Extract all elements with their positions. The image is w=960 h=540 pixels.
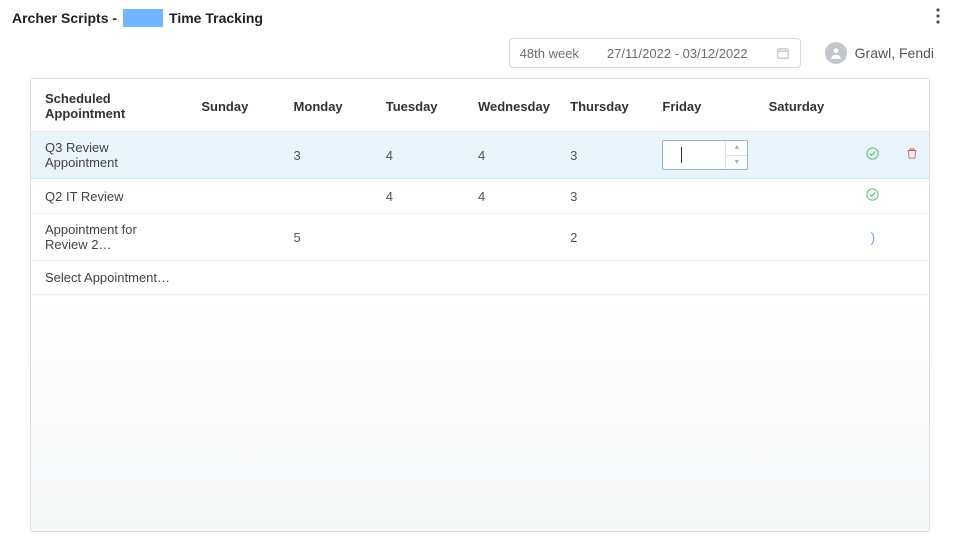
loading-icon: ) bbox=[871, 229, 876, 245]
hours-input[interactable] bbox=[663, 141, 725, 169]
table-header-row: Scheduled Appointment Sunday Monday Tues… bbox=[31, 79, 929, 132]
cell-wednesday[interactable]: 4 bbox=[468, 179, 560, 214]
cell-saturday[interactable] bbox=[759, 179, 851, 214]
title-prefix: Archer Scripts - bbox=[12, 10, 117, 26]
col-monday: Monday bbox=[284, 79, 376, 132]
cell-delete bbox=[895, 179, 929, 214]
table-row[interactable]: Q3 Review Appointment3443▲▼ bbox=[31, 132, 929, 179]
week-label: 48th week bbox=[520, 46, 579, 61]
cell-monday[interactable]: 3 bbox=[284, 132, 376, 179]
col-saturday: Saturday bbox=[759, 79, 851, 132]
cell-tuesday[interactable] bbox=[376, 214, 468, 261]
title-suffix: Time Tracking bbox=[169, 10, 263, 26]
cell-status bbox=[851, 179, 895, 214]
calendar-icon bbox=[776, 46, 790, 60]
app-title: Archer Scripts - Time Tracking bbox=[12, 9, 263, 27]
cell-wednesday[interactable] bbox=[468, 214, 560, 261]
cell-saturday[interactable] bbox=[759, 132, 851, 179]
cell-thursday[interactable]: 2 bbox=[560, 214, 652, 261]
cell-sunday[interactable] bbox=[191, 214, 283, 261]
user-name: Grawl, Fendi bbox=[855, 45, 934, 61]
cell-appointment[interactable]: Q2 IT Review bbox=[31, 179, 191, 214]
text-caret bbox=[681, 147, 682, 163]
cell-friday[interactable] bbox=[652, 179, 758, 214]
cell-tuesday[interactable]: 4 bbox=[376, 132, 468, 179]
kebab-icon bbox=[936, 8, 940, 24]
cell-delete bbox=[895, 214, 929, 261]
check-circle-icon bbox=[865, 190, 880, 205]
col-friday: Friday bbox=[652, 79, 758, 132]
timesheet-table: Scheduled Appointment Sunday Monday Tues… bbox=[31, 79, 929, 295]
cell-delete[interactable] bbox=[895, 132, 929, 179]
cell-appointment[interactable]: Appointment for Review 2… bbox=[31, 214, 191, 261]
hours-input-wrapper[interactable]: ▲▼ bbox=[662, 140, 748, 170]
cell-tuesday[interactable]: 4 bbox=[376, 179, 468, 214]
app-header: Archer Scripts - Time Tracking bbox=[0, 0, 960, 34]
cell-appointment[interactable]: Q3 Review Appointment bbox=[31, 132, 191, 179]
cell-saturday[interactable] bbox=[759, 214, 851, 261]
cell-sunday[interactable] bbox=[191, 132, 283, 179]
col-tuesday: Tuesday bbox=[376, 79, 468, 132]
select-appointment-placeholder[interactable]: Select Appointment… bbox=[31, 261, 929, 295]
spinner-down[interactable]: ▼ bbox=[726, 156, 747, 170]
toolbar: 48th week 27/11/2022 - 03/12/2022 Grawl,… bbox=[0, 34, 960, 78]
cell-monday[interactable]: 5 bbox=[284, 214, 376, 261]
number-spinner[interactable]: ▲▼ bbox=[725, 141, 747, 169]
cell-thursday[interactable]: 3 bbox=[560, 132, 652, 179]
spinner-up[interactable]: ▲ bbox=[726, 141, 747, 156]
trash-icon[interactable] bbox=[905, 149, 919, 164]
cell-friday[interactable] bbox=[652, 214, 758, 261]
timesheet-panel: Scheduled Appointment Sunday Monday Tues… bbox=[30, 78, 930, 532]
col-sunday: Sunday bbox=[191, 79, 283, 132]
cell-wednesday[interactable]: 4 bbox=[468, 132, 560, 179]
col-status bbox=[851, 79, 895, 132]
more-menu-button[interactable] bbox=[926, 4, 950, 28]
avatar bbox=[825, 42, 847, 64]
cell-status bbox=[851, 132, 895, 179]
cell-sunday[interactable] bbox=[191, 179, 283, 214]
cell-status: ) bbox=[851, 214, 895, 261]
redacted-block bbox=[123, 9, 163, 27]
week-picker[interactable]: 48th week 27/11/2022 - 03/12/2022 bbox=[509, 38, 801, 68]
cell-friday[interactable]: ▲▼ bbox=[652, 132, 758, 179]
col-delete bbox=[895, 79, 929, 132]
select-appointment-row[interactable]: Select Appointment… bbox=[31, 261, 929, 295]
check-circle-icon bbox=[865, 149, 880, 164]
table-row[interactable]: Appointment for Review 2… 5 2) bbox=[31, 214, 929, 261]
table-row[interactable]: Q2 IT Review443 bbox=[31, 179, 929, 214]
week-range: 27/11/2022 - 03/12/2022 bbox=[607, 46, 748, 61]
person-icon bbox=[829, 46, 843, 60]
cell-thursday[interactable]: 3 bbox=[560, 179, 652, 214]
user-chip[interactable]: Grawl, Fendi bbox=[825, 42, 934, 64]
col-appointment: Scheduled Appointment bbox=[31, 79, 191, 132]
col-wednesday: Wednesday bbox=[468, 79, 560, 132]
cell-monday[interactable] bbox=[284, 179, 376, 214]
col-thursday: Thursday bbox=[560, 79, 652, 132]
